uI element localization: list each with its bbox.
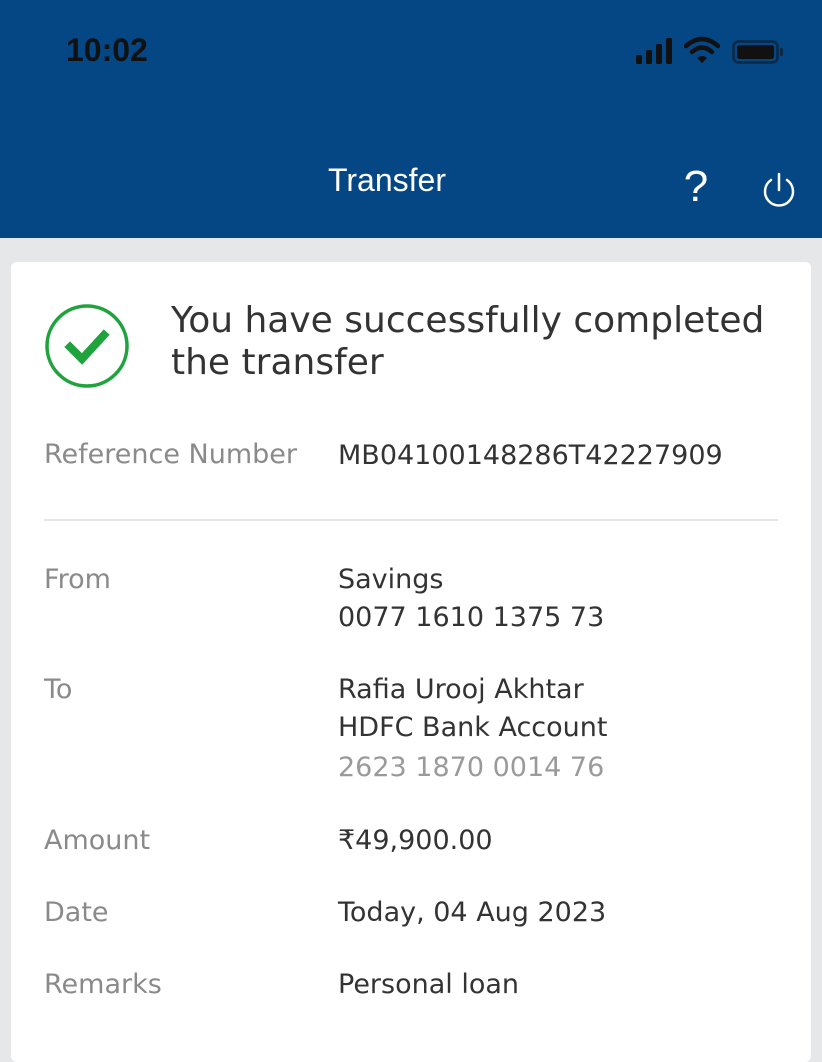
help-button[interactable]: ? <box>676 162 716 212</box>
amount-value: ₹49,900.00 <box>338 825 493 856</box>
from-label: From <box>44 564 111 595</box>
to-label: To <box>44 674 73 705</box>
remarks-value: Personal loan <box>338 969 520 1000</box>
success-check-icon <box>45 304 129 388</box>
amount-label: Amount <box>44 825 151 856</box>
app-header: 10:02 Transfer ? <box>0 0 822 238</box>
payee-name: Rafia Urooj Akhtar <box>338 674 584 705</box>
divider <box>44 519 778 521</box>
date-value: Today, 04 Aug 2023 <box>338 897 607 928</box>
remarks-label: Remarks <box>44 969 162 1000</box>
payee-account-number: 2623 1870 0014 76 <box>338 752 605 783</box>
cellular-signal-icon <box>636 38 672 64</box>
from-value: Savings 0077 1610 1375 73 <box>338 561 604 637</box>
to-value: Rafia Urooj Akhtar HDFC Bank Account 262… <box>338 671 607 787</box>
status-time: 10:02 <box>66 32 148 68</box>
payee-bank: HDFC Bank Account <box>338 712 608 743</box>
wifi-icon <box>684 36 720 63</box>
page-title: Transfer <box>328 162 446 198</box>
date-label: Date <box>44 897 109 928</box>
from-account-type: Savings <box>338 564 444 595</box>
reference-number-value: MB04100148286T42227909 <box>338 440 723 471</box>
success-message: You have successfully completed the tran… <box>171 300 765 383</box>
battery-icon <box>732 40 783 64</box>
confirmation-card: You have successfully completed the tran… <box>11 262 811 1062</box>
from-account-number: 0077 1610 1375 73 <box>338 602 605 633</box>
reference-number-label: Reference Number <box>44 439 298 470</box>
logout-power-icon[interactable] <box>760 170 798 210</box>
